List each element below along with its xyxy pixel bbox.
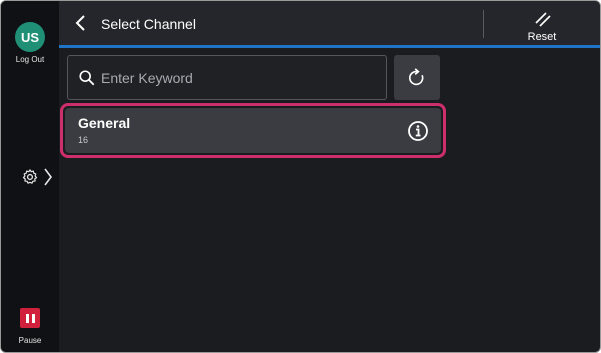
channel-count: 16	[78, 135, 89, 145]
search-icon	[79, 70, 95, 86]
header: Select Channel Reset	[59, 1, 600, 45]
sidebar: US Log Out Pause	[1, 1, 59, 352]
gear-icon	[22, 169, 38, 184]
refresh-icon	[409, 67, 424, 85]
logout-label[interactable]: Log Out	[1, 55, 59, 64]
refresh-button[interactable]	[394, 55, 440, 100]
info-button[interactable]	[407, 120, 429, 142]
search-input[interactable]	[101, 68, 371, 88]
header-accent-line	[59, 45, 600, 48]
header-divider	[483, 10, 484, 38]
info-icon	[408, 121, 428, 141]
pause-button[interactable]	[20, 308, 40, 328]
reset-button[interactable]: Reset	[519, 7, 565, 43]
pause-label: Pause	[18, 336, 42, 345]
channel-name: General	[78, 115, 131, 131]
page-title: Select Channel	[101, 16, 196, 32]
reset-icon	[535, 12, 551, 27]
settings-button[interactable]	[21, 164, 55, 190]
chevron-right-icon	[44, 168, 52, 186]
back-button[interactable]	[71, 13, 91, 33]
search-box[interactable]	[67, 55, 387, 100]
chevron-left-icon	[75, 15, 85, 31]
pause-icon-bar	[31, 313, 35, 323]
pause-icon-bar	[25, 313, 29, 323]
avatar[interactable]: US	[15, 22, 45, 52]
app-frame: US Log Out Pause Select Channel Reset En…	[0, 0, 601, 353]
reset-label: Reset	[527, 31, 557, 43]
list-item[interactable]: General 16	[65, 108, 441, 153]
